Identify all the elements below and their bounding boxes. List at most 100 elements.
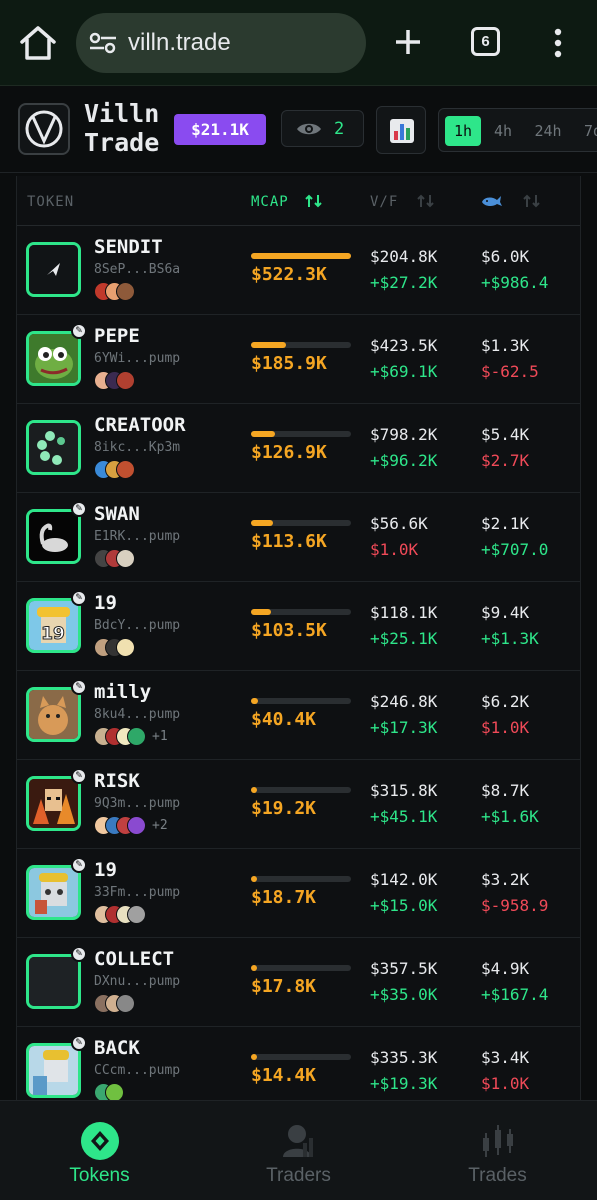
table-row[interactable]: ✎ milly 8ku4...pump +1 $40.4K $246.8K +$… (17, 671, 580, 760)
table-row[interactable]: CREATOOR 8ikc...Kp3m $126.9K $798.2K +$9… (17, 404, 580, 493)
mcap-bar-fill (251, 609, 271, 615)
whale-change: $-958.9 (481, 896, 549, 915)
browser-toolbar: villn.trade 6 (0, 0, 597, 86)
column-mcap[interactable]: MCAP (251, 194, 324, 210)
column-whale[interactable] (481, 194, 542, 210)
token-address[interactable]: 33Fm...pump (94, 885, 180, 900)
token-avatar[interactable] (26, 420, 81, 475)
table-row[interactable]: ✎ PEPE 6YWi...pump $185.9K $423.5K +$69.… (17, 315, 580, 404)
holder-avatar (116, 994, 135, 1013)
token-avatar[interactable] (26, 865, 81, 920)
mcap-bar-fill (251, 520, 273, 526)
chart-button[interactable] (376, 106, 426, 154)
whale-value: $4.9K (481, 959, 530, 978)
token-avatar[interactable] (26, 954, 81, 1009)
table-row[interactable]: ✎ SWAN E1RK...pump $113.6K $56.6K $1.0K … (17, 493, 580, 582)
watchers-button[interactable]: 2 (281, 110, 364, 147)
token-name[interactable]: COLLECT (94, 948, 174, 970)
table-row[interactable]: ✎ RISK 9Q3m...pump +2 $19.2K $315.8K +$4… (17, 760, 580, 849)
token-address[interactable]: DXnu...pump (94, 974, 180, 989)
edit-pen-icon[interactable]: ✎ (71, 590, 87, 606)
token-avatar[interactable]: 19 (26, 598, 81, 653)
whale-change: +$1.6K (481, 807, 539, 826)
token-table[interactable]: TOKEN MCAP V/F SENDIT 8SeP...BS6a $522.3… (16, 176, 581, 1100)
url-bar[interactable]: villn.trade (76, 13, 366, 73)
edit-pen-icon[interactable]: ✎ (71, 679, 87, 695)
token-name[interactable]: BACK (94, 1037, 140, 1059)
edit-pen-icon[interactable]: ✎ (71, 857, 87, 873)
nav-traders[interactable]: Traders (199, 1101, 398, 1200)
token-name[interactable]: PEPE (94, 325, 140, 347)
token-name[interactable]: milly (94, 681, 151, 703)
token-address[interactable]: 9Q3m...pump (94, 796, 180, 811)
nav-tokens[interactable]: Tokens (0, 1101, 199, 1200)
url-text[interactable]: villn.trade (128, 29, 231, 57)
mcap-bar (251, 342, 351, 348)
sort-desc-icon (305, 194, 322, 208)
token-name[interactable]: 19 (94, 592, 117, 614)
token-mcap: $19.2K (251, 798, 317, 819)
token-address[interactable]: E1RK...pump (94, 529, 180, 544)
token-name[interactable]: SENDIT (94, 236, 163, 258)
vf-change: +$25.1K (370, 629, 438, 648)
table-row[interactable]: SENDIT 8SeP...BS6a $522.3K $204.8K +$27.… (17, 226, 580, 315)
whale-value: $1.3K (481, 336, 530, 355)
table-header: TOKEN MCAP V/F (17, 176, 580, 226)
token-address[interactable]: 8SeP...BS6a (94, 262, 180, 277)
home-icon[interactable] (18, 24, 58, 62)
edit-pen-icon[interactable]: ✎ (71, 501, 87, 517)
vf-change: +$69.1K (370, 362, 438, 381)
token-address[interactable]: 8ikc...Kp3m (94, 440, 180, 455)
new-tab-icon[interactable] (392, 24, 424, 60)
vf-value: $335.3K (370, 1048, 438, 1067)
mcap-bar-fill (251, 431, 275, 437)
whale-value: $2.1K (481, 514, 530, 533)
token-avatar[interactable] (26, 242, 81, 297)
site-settings-icon[interactable] (88, 31, 118, 55)
balance-badge[interactable]: $21.1K (174, 114, 266, 145)
mcap-bar-fill (251, 965, 257, 971)
column-token[interactable]: TOKEN (27, 194, 74, 210)
token-name[interactable]: RISK (94, 770, 140, 792)
vf-value: $798.2K (370, 425, 438, 444)
holder-avatar (116, 638, 135, 657)
token-address[interactable]: 6YWi...pump (94, 351, 180, 366)
table-row[interactable]: ✎ COLLECT DXnu...pump $17.8K $357.5K +$3… (17, 938, 580, 1027)
timeframe-24h[interactable]: 24h (527, 116, 569, 146)
mcap-bar-fill (251, 698, 258, 704)
brand-line-2: Trade (84, 128, 160, 157)
token-avatar[interactable] (26, 776, 81, 831)
token-name[interactable]: CREATOOR (94, 414, 186, 436)
timeframe-4h[interactable]: 4h (485, 116, 521, 146)
token-name[interactable]: 19 (94, 859, 117, 881)
token-address[interactable]: CCcm...pump (94, 1063, 180, 1078)
token-avatar[interactable] (26, 509, 81, 564)
nav-trades[interactable]: Trades (398, 1101, 597, 1200)
holder-avatar (127, 816, 146, 835)
column-vf[interactable]: V/F (370, 194, 436, 210)
token-mcap: $522.3K (251, 264, 327, 285)
holder-avatar (127, 905, 146, 924)
edit-pen-icon[interactable]: ✎ (71, 1035, 87, 1051)
whale-change: $2.7K (481, 451, 530, 470)
villn-logo[interactable] (18, 103, 70, 155)
token-name[interactable]: SWAN (94, 503, 140, 525)
table-row[interactable]: 19 ✎ 19 BdcY...pump $103.5K $118.1K +$25… (17, 582, 580, 671)
more-menu-icon[interactable] (548, 26, 568, 60)
edit-pen-icon[interactable]: ✎ (71, 946, 87, 962)
edit-pen-icon[interactable]: ✎ (71, 323, 87, 339)
mcap-bar (251, 876, 351, 882)
table-row[interactable]: ✎ BACK CCcm...pump $14.4K $335.3K +$19.3… (17, 1027, 580, 1100)
token-avatar[interactable] (26, 1043, 81, 1098)
vf-change: +$96.2K (370, 451, 438, 470)
timeframe-7d[interactable]: 7d (575, 116, 597, 146)
tab-switcher-button[interactable]: 6 (471, 27, 500, 56)
token-avatar[interactable] (26, 331, 81, 386)
token-address[interactable]: 8ku4...pump (94, 707, 180, 722)
mcap-bar-fill (251, 1054, 257, 1060)
token-address[interactable]: BdcY...pump (94, 618, 180, 633)
timeframe-1h[interactable]: 1h (445, 116, 481, 146)
table-row[interactable]: ✎ 19 33Fm...pump $18.7K $142.0K +$15.0K … (17, 849, 580, 938)
token-avatar[interactable] (26, 687, 81, 742)
edit-pen-icon[interactable]: ✎ (71, 768, 87, 784)
